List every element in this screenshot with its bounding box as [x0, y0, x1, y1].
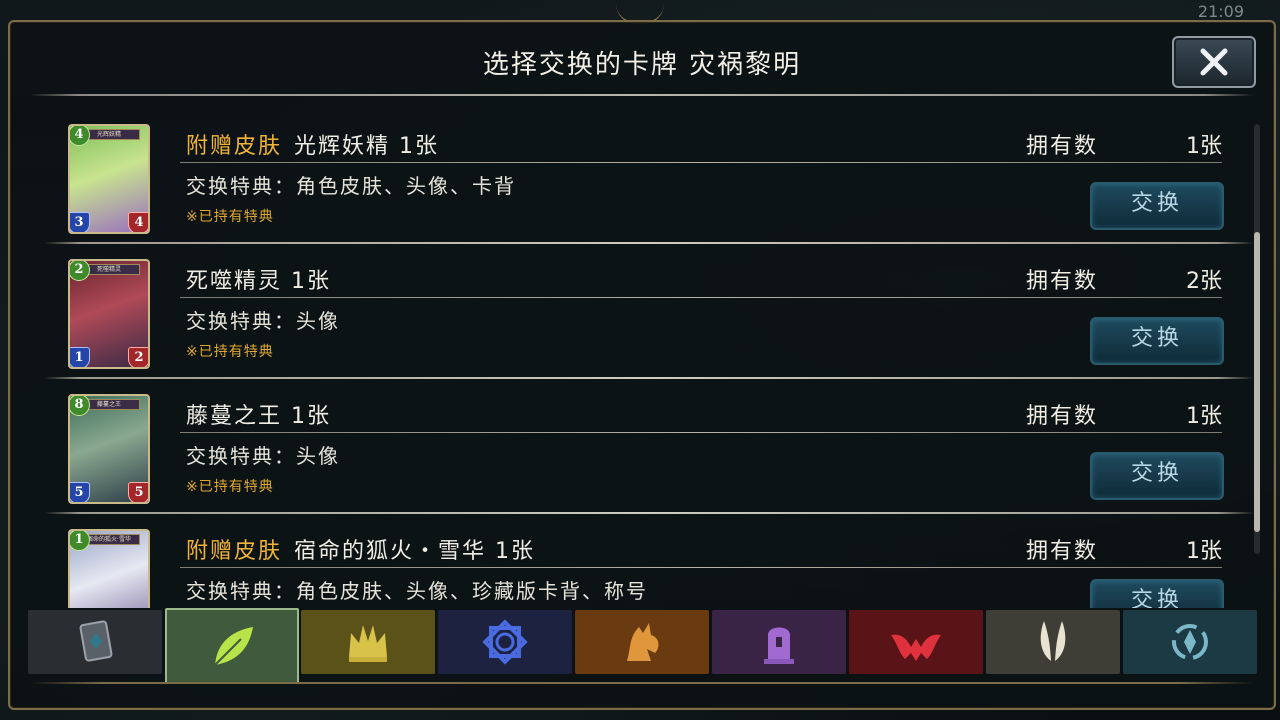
exchange-button[interactable]: 交换: [1090, 452, 1224, 500]
attack-gem: 5: [70, 482, 90, 502]
cost-gem: 8: [70, 396, 90, 416]
rune-star-icon: [482, 619, 528, 665]
defense-gem: 4: [128, 212, 148, 232]
owned-count: 1张: [1186, 404, 1222, 429]
class-filter-tabs: [28, 608, 1257, 684]
row-underline: [180, 162, 1222, 163]
card-name: 光辉妖精 1张: [294, 134, 440, 159]
card-row: 死噬精灵 2 1 2 死噬精灵 1张 拥有数 2张 交换特典：头像 ※已持有特典…: [10, 235, 1250, 370]
owned-perk-note: ※已持有特典: [186, 479, 274, 495]
cost-gem: 4: [70, 126, 90, 146]
card-row: 宿命的狐火·雪华 1 附赠皮肤 宿命的狐火・雪华 1张 拥有数 1张 交换特典：角…: [10, 505, 1250, 608]
card-art[interactable]: 光辉妖精 4 3 4: [68, 124, 150, 234]
title-divider: [30, 94, 1254, 96]
card-title: 藤蔓之王 1张: [186, 398, 331, 430]
bottom-rule: [30, 682, 1254, 684]
tab-havencraft[interactable]: [986, 610, 1120, 674]
card-name: 死噬精灵 1张: [186, 269, 331, 294]
attack-gem: 1: [70, 347, 90, 367]
owned-perk-note: ※已持有特典: [186, 344, 274, 360]
owned-label: 拥有数: [1026, 539, 1099, 564]
dialog-title: 选择交换的卡牌 灾祸黎明: [482, 50, 802, 80]
bonus-skin-tag: 附赠皮肤: [186, 134, 283, 159]
tab-forestcraft[interactable]: [165, 608, 299, 684]
owned-label: 拥有数: [1026, 404, 1099, 429]
row-underline: [180, 567, 1222, 568]
sword-crown-icon: [349, 625, 387, 662]
tab-swordcraft[interactable]: [301, 610, 435, 674]
owned-label: 拥有数: [1026, 134, 1099, 159]
card-title: 附赠皮肤 宿命的狐火・雪华 1张: [186, 533, 535, 565]
tab-all-cards[interactable]: [28, 610, 162, 674]
bonus-skin-tag: 附赠皮肤: [186, 539, 283, 564]
row-underline: [180, 432, 1222, 433]
tab-portalcraft[interactable]: [1123, 610, 1257, 674]
exchange-button[interactable]: 交换: [1090, 579, 1224, 608]
list-scrollbar[interactable]: [1254, 124, 1260, 554]
tab-shadowcraft[interactable]: [712, 610, 846, 674]
portal-icon: [1172, 624, 1208, 660]
tab-runecraft[interactable]: [438, 610, 572, 674]
defense-gem: 2: [128, 347, 148, 367]
card-list[interactable]: 光辉妖精 4 3 4 附赠皮肤 光辉妖精 1张 拥有数 1张 交换特典：角色皮肤、…: [10, 100, 1274, 608]
cost-gem: 1: [70, 531, 90, 551]
card-deck-icon: [79, 620, 113, 662]
owned-label: 拥有数: [1026, 269, 1099, 294]
exchange-perk: 交换特典：头像: [186, 309, 340, 333]
exchange-perk: 交换特典：头像: [186, 444, 340, 468]
card-exchange-dialog: 选择交换的卡牌 灾祸黎明 光辉妖精 4 3 4 附赠皮肤 光辉妖精 1张 拥有数 …: [8, 20, 1276, 710]
status-time: 21:09: [1197, 2, 1244, 21]
defense-gem: 5: [128, 482, 148, 502]
card-title: 死噬精灵 1张: [186, 263, 331, 295]
shadow-tombstone-icon: [764, 627, 794, 664]
owned-count: 1张: [1186, 539, 1222, 564]
haven-wings-icon: [1040, 621, 1066, 661]
exchange-button[interactable]: 交换: [1090, 317, 1224, 365]
attack-gem: 3: [70, 212, 90, 232]
row-underline: [180, 297, 1222, 298]
owned-count: 2张: [1186, 269, 1222, 294]
card-art[interactable]: 藤蔓之王 8 5 5: [68, 394, 150, 504]
dragon-icon: [627, 623, 659, 661]
card-row: 光辉妖精 4 3 4 附赠皮肤 光辉妖精 1张 拥有数 1张 交换特典：角色皮肤、…: [10, 100, 1250, 235]
card-art[interactable]: 宿命的狐火·雪华 1: [68, 529, 150, 608]
card-name: 藤蔓之王 1张: [186, 404, 331, 429]
card-name: 宿命的狐火・雪华 1张: [294, 539, 536, 564]
exchange-perk: 交换特典：角色皮肤、头像、卡背: [186, 174, 516, 198]
scrollbar-thumb[interactable]: [1254, 232, 1260, 532]
blood-bat-icon: [891, 634, 941, 661]
card-row: 藤蔓之王 8 5 5 藤蔓之王 1张 拥有数 1张 交换特典：头像 ※已持有特典…: [10, 370, 1250, 505]
owned-count: 1张: [1186, 134, 1222, 159]
forest-leaf-icon: [214, 627, 253, 666]
card-title: 附赠皮肤 光辉妖精 1张: [186, 128, 439, 160]
tab-dragoncraft[interactable]: [575, 610, 709, 674]
close-x-icon: [1200, 48, 1228, 76]
close-button[interactable]: [1172, 36, 1256, 88]
tab-bloodcraft[interactable]: [849, 610, 983, 674]
exchange-perk: 交换特典：角色皮肤、头像、珍藏版卡背、称号: [186, 579, 648, 603]
cost-gem: 2: [70, 261, 90, 281]
card-art[interactable]: 死噬精灵 2 1 2: [68, 259, 150, 369]
exchange-button[interactable]: 交换: [1090, 182, 1224, 230]
owned-perk-note: ※已持有特典: [186, 209, 274, 225]
